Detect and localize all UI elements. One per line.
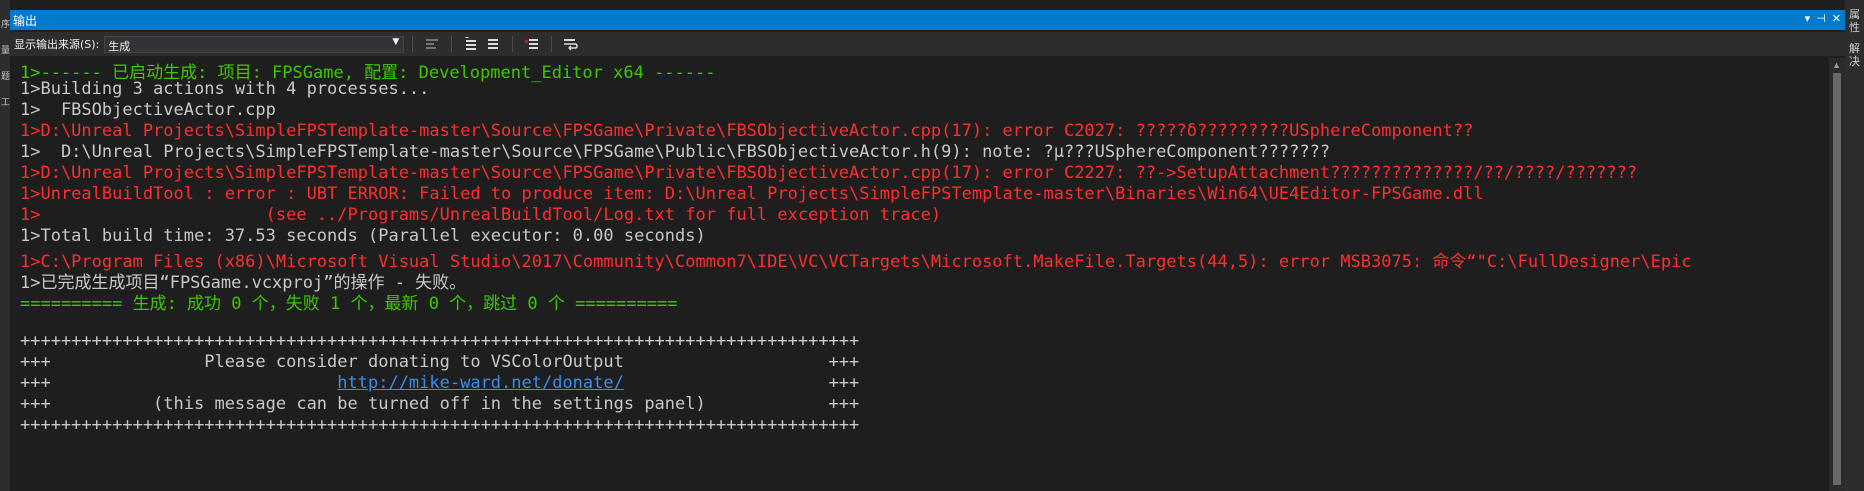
toggle-word-wrap-icon[interactable]	[562, 35, 580, 53]
output-line: 1>D:\Unreal Projects\SimpleFPSTemplate-m…	[20, 163, 1638, 183]
solution-dock-tab[interactable]: 解决	[1848, 42, 1861, 68]
output-toolbar: 显示输出来源(S): 生成 ▼	[10, 32, 1845, 56]
scrollbar-thumb[interactable]	[1833, 73, 1841, 485]
right-dock-strip: 属性 解决	[1845, 0, 1864, 491]
left-dock-tab[interactable]: 题	[1, 64, 10, 90]
left-dock-tabs: 序量题工	[1, 12, 10, 116]
left-dock-tab[interactable]: 量	[1, 38, 10, 64]
output-line: +++ Please consider donating to VSColorO…	[20, 352, 860, 372]
find-message-in-code-icon[interactable]	[423, 35, 441, 53]
left-dock-tab[interactable]: 序	[1, 12, 10, 38]
output-titlebar: 输出 ▾ ⊣ ✕	[10, 10, 1845, 30]
output-line: 1>D:\Unreal Projects\SimpleFPSTemplate-m…	[20, 121, 1474, 141]
output-line: +++ (this message can be turned off in t…	[20, 394, 860, 414]
output-line: 1>Total build time: 37.53 seconds (Paral…	[20, 226, 706, 246]
source-label: 显示输出来源(S):	[14, 38, 100, 51]
donate-line: +++ http://mike-ward.net/donate/	[20, 373, 624, 393]
output-line: 1>UnrealBuildTool : error : UBT ERROR: F…	[20, 184, 1484, 204]
chevron-down-icon: ▼	[392, 36, 400, 47]
window-menu-icon[interactable]: ▾	[1805, 12, 1811, 25]
left-dock-tab[interactable]: 工	[1, 90, 10, 116]
close-icon[interactable]: ✕	[1832, 12, 1841, 25]
toolbar-separator	[512, 36, 514, 52]
toolbar-separator	[412, 36, 414, 52]
vertical-scrollbar[interactable]: ▲	[1829, 58, 1845, 491]
properties-dock-tab[interactable]: 属性	[1848, 8, 1861, 34]
output-line: 1>Building 3 actions with 4 processes...	[20, 79, 430, 99]
previous-message-icon[interactable]	[462, 35, 480, 53]
toolbar-separator	[451, 36, 453, 52]
scroll-up-icon[interactable]: ▲	[1832, 60, 1841, 70]
source-dropdown-value: 生成	[108, 39, 131, 53]
clear-all-icon[interactable]	[523, 35, 541, 53]
output-title: 输出	[13, 14, 38, 28]
pin-icon[interactable]: ⊣	[1816, 12, 1826, 25]
left-dock-strip: 序量题工	[0, 0, 10, 491]
toolbar-separator	[551, 36, 553, 52]
output-line: ++++++++++++++++++++++++++++++++++++++++…	[20, 415, 860, 435]
output-line: 1> FBSObjectiveActor.cpp	[20, 100, 276, 120]
next-message-icon[interactable]	[484, 35, 502, 53]
output-panel: 输出 ▾ ⊣ ✕ 显示输出来源(S): 生成 ▼ 1>------ 已启动生成:…	[10, 0, 1845, 491]
output-line: 1> D:\Unreal Projects\SimpleFPSTemplate-…	[20, 142, 1331, 162]
source-dropdown[interactable]: 生成 ▼	[104, 35, 405, 53]
output-line: 1> (see ../Programs/UnrealBuildTool/Log.…	[20, 205, 942, 225]
donate-link[interactable]: http://mike-ward.net/donate/	[337, 373, 624, 393]
output-line: ========== 生成: 成功 0 个，失败 1 个，最新 0 个，跳过 0…	[20, 294, 678, 314]
output-text-area[interactable]: 1>------ 已启动生成: 项目: FPSGame, 配置: Develop…	[10, 58, 1827, 491]
output-line: ++++++++++++++++++++++++++++++++++++++++…	[20, 331, 860, 351]
